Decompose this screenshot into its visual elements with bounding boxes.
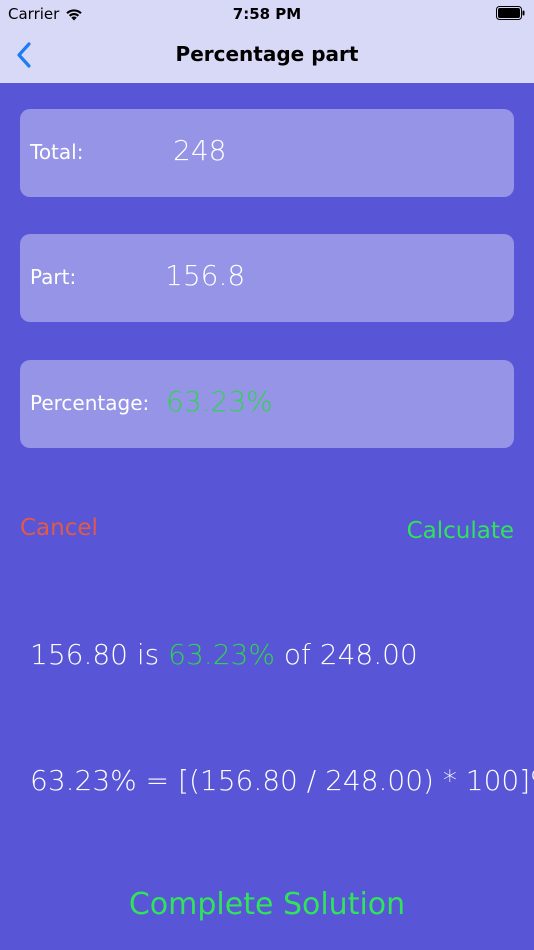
total-field[interactable]: Total: 248	[20, 109, 514, 197]
percentage-field: Percentage: 63.23%	[20, 360, 514, 448]
result-sentence: 156.80 is 63.23% of 248.00	[30, 638, 418, 671]
part-field[interactable]: Part: 156.8	[20, 234, 514, 322]
cancel-button[interactable]: Cancel	[20, 515, 98, 541]
calculate-button[interactable]: Calculate	[407, 518, 514, 544]
result-percent: 63.23%	[168, 638, 275, 671]
complete-solution-button[interactable]: Complete Solution	[0, 887, 534, 922]
result-formula: 63.23% = [(156.80 / 248.00) * 100]%	[30, 764, 534, 797]
part-input[interactable]: 156.8	[165, 259, 245, 292]
percentage-value: 63.23%	[166, 385, 273, 418]
result-of: of	[283, 638, 311, 671]
result-is: is	[136, 638, 160, 671]
total-label: Total:	[30, 140, 84, 164]
status-time: 7:58 PM	[232, 5, 302, 23]
navigation-bar: Percentage part	[0, 28, 534, 83]
battery-icon	[496, 6, 526, 20]
part-label: Part:	[30, 265, 77, 289]
result-part: 156.80	[30, 638, 128, 671]
status-bar: Carrier 7:58 PM	[0, 0, 534, 28]
percentage-label: Percentage:	[30, 391, 150, 415]
result-total: 248.00	[319, 638, 418, 671]
total-input[interactable]: 248	[173, 134, 226, 167]
page-title: Percentage part	[175, 42, 359, 66]
top-bar: Carrier 7:58 PM Percentage part	[0, 0, 534, 83]
